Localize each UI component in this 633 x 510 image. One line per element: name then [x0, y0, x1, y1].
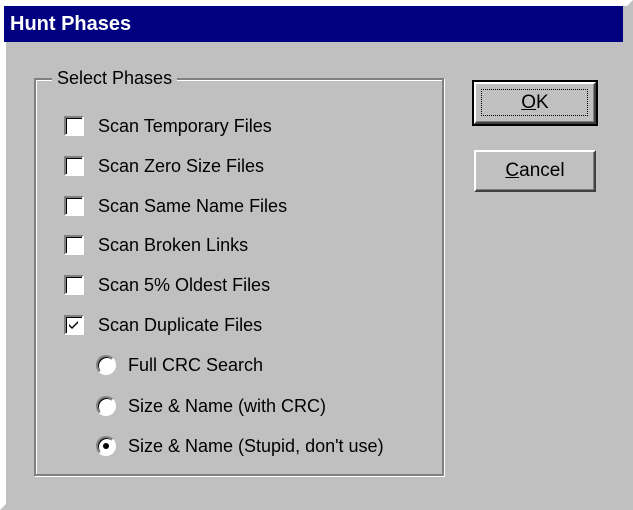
checkbox-box[interactable] — [64, 196, 84, 216]
checkbox-scan-oldest-files[interactable]: Scan 5% Oldest Files — [64, 271, 270, 299]
checkbox-scan-broken-links[interactable]: Scan Broken Links — [64, 231, 248, 259]
ok-button-label: OK — [521, 92, 549, 113]
checkbox-box[interactable] — [64, 116, 84, 136]
radio-full-crc-search[interactable]: Full CRC Search — [96, 351, 263, 379]
checkbox-label: Scan Duplicate Files — [98, 314, 263, 335]
checkbox-label: Scan 5% Oldest Files — [98, 274, 271, 295]
checkbox-box[interactable] — [64, 315, 84, 335]
checkbox-box[interactable] — [64, 156, 84, 176]
radio-size-name-with-crc[interactable]: Size & Name (with CRC) — [96, 392, 326, 420]
checkbox-scan-zero-size-files[interactable]: Scan Zero Size Files — [64, 152, 264, 180]
title-bar[interactable]: Hunt Phases — [4, 6, 623, 42]
radio-size-name-stupid[interactable]: Size & Name (Stupid, don't use) — [96, 432, 384, 460]
cancel-button[interactable]: Cancel — [474, 150, 596, 192]
checkbox-label: Scan Broken Links — [98, 234, 249, 255]
radio-button[interactable] — [96, 436, 116, 456]
checkbox-scan-duplicate-files[interactable]: Scan Duplicate Files — [64, 311, 262, 339]
checkbox-scan-same-name-files[interactable]: Scan Same Name Files — [64, 192, 287, 220]
checkbox-label: Scan Zero Size Files — [98, 155, 265, 176]
radio-button[interactable] — [96, 396, 116, 416]
radio-label: Size & Name (Stupid, don't use) — [128, 435, 384, 456]
radio-label: Full CRC Search — [128, 354, 264, 375]
cancel-button-label: Cancel — [505, 160, 565, 181]
groupbox-legend: Select Phases — [52, 66, 178, 90]
window-title: Hunt Phases — [10, 13, 132, 35]
checkmark-icon — [69, 321, 78, 329]
checkbox-box[interactable] — [64, 275, 84, 295]
radio-label: Size & Name (with CRC) — [128, 395, 327, 416]
checkbox-label: Scan Same Name Files — [98, 195, 288, 216]
radio-selected-dot — [103, 443, 109, 449]
ok-button[interactable]: OK — [472, 80, 598, 126]
checkbox-box[interactable] — [64, 235, 84, 255]
checkbox-scan-temporary-files[interactable]: Scan Temporary Files — [64, 112, 272, 140]
radio-button[interactable] — [96, 355, 116, 375]
checkbox-label: Scan Temporary Files — [98, 115, 272, 136]
